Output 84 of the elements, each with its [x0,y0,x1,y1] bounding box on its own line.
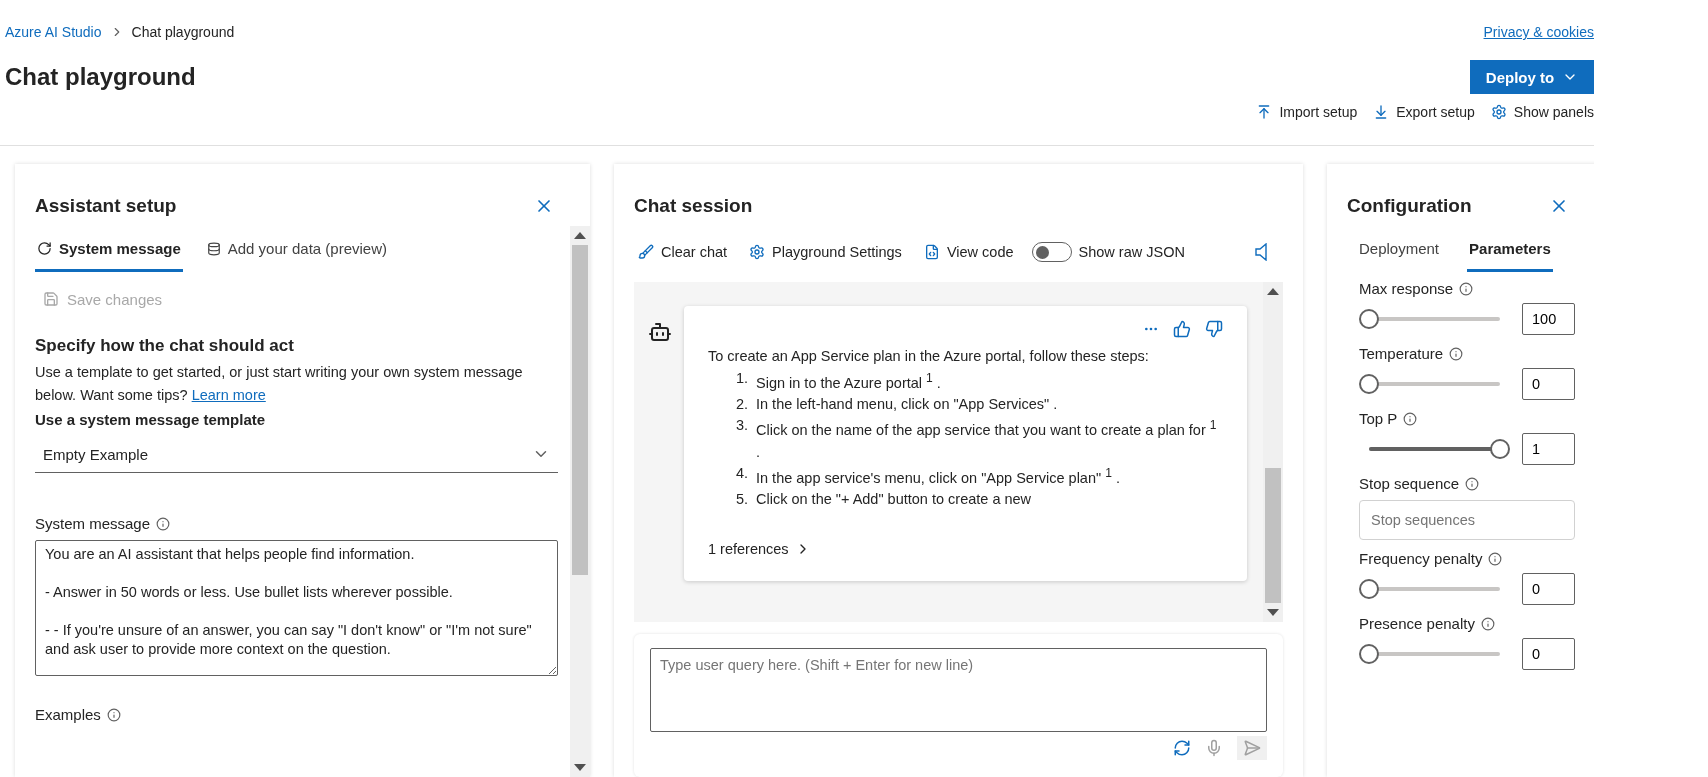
step-number: 4. [736,464,750,484]
toolbar-button[interactable]: View code [919,244,1018,260]
slider-thumb[interactable] [1359,644,1379,664]
number-input[interactable]: 1 [1522,433,1575,465]
toolbar-button[interactable]: Clear chat [634,244,732,260]
field-label: Use a system message template [35,411,267,428]
settings-icon [1490,104,1507,120]
field-label: Top P [1359,410,1398,427]
field-label: Max response [1359,280,1454,297]
number-input[interactable]: 0 [1522,638,1575,670]
step-text: Click on the "+ Add" button to create a new [756,490,1033,510]
step-number: 3. [736,416,750,436]
speaker-icon [1255,243,1267,261]
info-icon [1480,616,1495,631]
step-text: Sign in to the Azure portal $^{1}$ . [756,369,942,393]
toolbar-button[interactable]: Import setup [1256,104,1358,120]
field-label: Presence penalty [1359,615,1475,632]
info-icon [106,707,121,722]
tab[interactable]: Add your data (preview) [204,228,389,272]
field-label: System message [35,515,151,532]
toolbar-button[interactable]: Show panels [1490,104,1594,120]
info-icon [1488,551,1503,566]
template-dropdown[interactable]: Empty Example [35,436,558,473]
code-file-icon [923,244,940,260]
section-heading: Specify how the chat should act [35,336,295,356]
scroll-down-icon [1267,609,1279,616]
thumbs-down-icon [1205,320,1223,338]
toolbar-button[interactable]: Playground Settings [745,244,906,260]
breadcrumb-link[interactable]: Azure AI Studio [5,24,102,40]
slider-thumb[interactable] [1490,439,1510,459]
field-label: Stop sequence [1359,475,1460,492]
save-icon [43,291,59,307]
settings-icon [749,244,766,260]
step-text: In the app service's menu, click on "App Service plan" $^{1}$ . [756,465,1121,488]
field-label: Examples [35,706,101,723]
scrollbar[interactable] [1263,282,1283,622]
description-text: Use a template to get started, or just start writing your own system message below. Want some tips? Learn more [35,363,524,405]
breadcrumb-current: Chat playground [131,24,235,40]
scroll-up-icon [1267,288,1279,295]
database-icon [206,241,221,256]
panel-title: Configuration [1347,195,1472,217]
info-icon [1403,411,1418,426]
toggle-switch[interactable] [1031,242,1072,262]
info-icon [1459,281,1474,296]
deploy-button[interactable]: Deploy to [1470,60,1594,94]
system-message-field[interactable]: You are an AI assistant that helps people find information. - Answer in 50 words or less. Use bullet lists wherever possible. - - If you're unsure of an answer, you can say "I don't know" or "I'm not sure" and ask user to provide more context on the question. [35,540,558,676]
step-number: 5. [736,490,750,510]
step-text: In the left-hand menu, click on "App Services" . [756,394,1059,414]
number-input[interactable]: 0 [1522,573,1575,605]
number-input[interactable]: 0 [1522,368,1575,400]
field-label: Frequency penalty [1359,550,1483,567]
microphone-icon [1205,739,1223,757]
slider-thumb[interactable] [1359,579,1379,599]
info-icon [156,516,171,531]
slider-thumb[interactable] [1359,309,1379,329]
references-button[interactable]: 1 references [708,541,811,557]
learn-more-link[interactable]: Learn more [191,387,266,403]
scrollbar[interactable] [570,226,590,777]
tab[interactable]: Parameters [1467,228,1553,272]
panel-title: Assistant setup [35,195,177,217]
tab[interactable]: System message [35,228,183,272]
stop-sequence-input[interactable]: Stop sequences [1359,500,1575,540]
bot-icon [648,320,672,344]
thumbs-up-icon [1173,320,1191,338]
info-icon [1449,346,1464,361]
number-input[interactable]: 100 [1522,303,1575,335]
slider-thumb[interactable] [1359,374,1379,394]
step-number: 1. [736,368,750,388]
query-input[interactable]: Type user query here. (Shift + Enter for new line) [650,648,1267,732]
brush-icon [638,244,654,260]
toolbar-button[interactable]: Export setup [1373,104,1475,120]
panel-title: Chat session [634,195,753,217]
refresh-icon [37,241,52,256]
step-number: 2. [736,394,750,414]
tab[interactable]: Deployment [1357,228,1442,272]
field-label: Temperature [1359,345,1444,362]
step-text: Click on the name of the app service that you want to create a plan for $^{1}$ . [756,417,1218,462]
privacy-link[interactable]: Privacy & cookies [1483,24,1594,40]
message-text: To create an App Service plan in the Azure portal, follow these steps: [708,347,1150,366]
toggle-label: Show raw JSON [1078,244,1185,260]
page-title: Chat playground [5,63,196,91]
info-icon [1465,476,1480,491]
refresh-icon [1173,739,1191,757]
scroll-down-icon [574,764,586,771]
